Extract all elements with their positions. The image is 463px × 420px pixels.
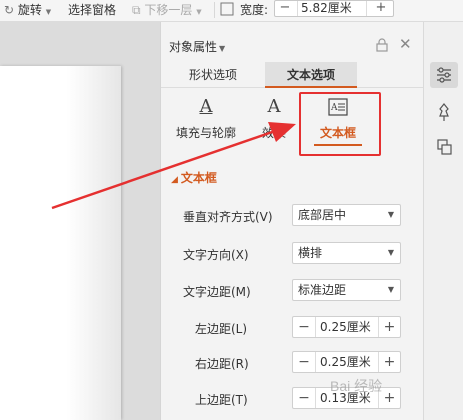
right-margin-label: 右边距(R) (195, 357, 249, 371)
properties-sliders-button[interactable] (430, 62, 458, 88)
subtab-textbox[interactable]: A 文本框 (306, 92, 370, 150)
text-direction-value: 横排 (298, 246, 323, 260)
subtab-textbox-label: 文本框 (319, 126, 356, 140)
collapse-triangle-icon: ◢ (171, 175, 178, 185)
chevron-down-icon: ▼ (387, 210, 394, 219)
tab-text-options[interactable]: 文本选项 (265, 62, 357, 88)
subtab-effect[interactable]: A 效果 (251, 92, 297, 150)
document-page[interactable] (0, 66, 121, 420)
right-margin-increase-button[interactable]: + (379, 352, 400, 372)
object-properties-panel: 对象属性 ▼ ✕ 形状选项 文本选项 A 填充与轮廓 A 效果 A 文本框 ◢ … (160, 22, 424, 420)
sliders-icon (437, 67, 451, 83)
document-area (0, 22, 160, 420)
width-label: 宽度: (240, 3, 269, 17)
active-underline (314, 144, 362, 146)
text-effect-icon: A (267, 96, 281, 117)
watermark-logo: Bai 经验 (330, 378, 383, 394)
move-down-icon: ⧉ (132, 3, 141, 17)
rotate-label: 旋转 (17, 3, 42, 17)
left-margin-input[interactable]: 0.25厘米 (315, 317, 379, 337)
text-margin-value: 标准边距 (298, 283, 347, 297)
chevron-down-icon: ▼ (219, 44, 226, 53)
selection-pane-button[interactable]: 选择窗格 (68, 2, 116, 18)
width-icon (220, 2, 234, 18)
right-margin-stepper[interactable]: − 0.25厘米 + (292, 351, 401, 373)
text-margin-select[interactable]: 标准边距 ▼ (292, 279, 401, 301)
width-decrease-button[interactable]: − (277, 0, 293, 16)
lock-icon[interactable] (375, 38, 389, 52)
vertical-align-value: 底部居中 (298, 208, 347, 222)
top-margin-increase-button[interactable]: + (379, 388, 400, 408)
vertical-align-select[interactable]: 底部居中 ▼ (292, 204, 401, 226)
subtab-fill-outline-label: 填充与轮廓 (175, 126, 236, 140)
panel-title[interactable]: 对象属性 ▼ (169, 38, 225, 55)
pin-button[interactable] (430, 99, 458, 125)
text-direction-label: 文字方向(X) (183, 248, 249, 262)
pin-icon (439, 103, 449, 121)
move-down-label: 下移一层 (144, 3, 193, 17)
toolbar-divider (214, 2, 215, 18)
subtab-fill-outline[interactable]: A 填充与轮廓 (167, 92, 245, 150)
width-increase-button[interactable]: + (373, 0, 389, 16)
text-fill-outline-icon: A (199, 96, 213, 117)
svg-text:A: A (330, 103, 338, 113)
move-down-button[interactable]: ⧉ 下移一层 ▼ (132, 2, 202, 18)
copy-button[interactable] (430, 134, 458, 160)
sub-tabs: A 填充与轮廓 A 效果 A 文本框 (161, 92, 424, 150)
side-icon-strip (423, 22, 463, 420)
left-margin-stepper[interactable]: − 0.25厘米 + (292, 316, 401, 338)
close-icon[interactable]: ✕ (399, 36, 412, 52)
tab-shape-options[interactable]: 形状选项 (161, 62, 265, 88)
section-title: 文本框 (180, 171, 217, 185)
width-input[interactable]: 5.82厘米 (297, 1, 367, 16)
left-margin-increase-button[interactable]: + (379, 317, 400, 337)
rotate-button[interactable]: ↻ 旋转 ▼ (4, 2, 51, 18)
top-margin-decrease-button[interactable]: − (293, 388, 315, 408)
copy-icon (437, 139, 452, 155)
vertical-align-label: 垂直对齐方式(V) (183, 210, 273, 224)
left-margin-label: 左边距(L) (195, 322, 248, 336)
right-margin-input[interactable]: 0.25厘米 (315, 352, 379, 372)
top-margin-label: 上边距(T) (195, 393, 248, 407)
chevron-down-icon: ▼ (196, 8, 202, 16)
right-margin-decrease-button[interactable]: − (293, 352, 315, 372)
rotate-icon: ↻ (4, 3, 15, 17)
chevron-down-icon: ▼ (387, 248, 394, 257)
panel-title-text: 对象属性 (169, 40, 218, 54)
chevron-down-icon: ▼ (387, 285, 394, 294)
text-direction-select[interactable]: 横排 ▼ (292, 242, 401, 264)
main-tabs: 形状选项 文本选项 (161, 62, 424, 88)
width-stepper[interactable]: − 5.82厘米 + (274, 0, 394, 17)
subtab-effect-label: 效果 (261, 126, 286, 140)
section-header-textbox[interactable]: ◢ 文本框 (171, 169, 217, 186)
text-margin-label: 文字边距(M) (183, 285, 251, 299)
left-margin-decrease-button[interactable]: − (293, 317, 315, 337)
toolbar: ↻ 旋转 ▼ 选择窗格 ⧉ 下移一层 ▼ 宽度: − 5.82厘米 + (0, 0, 463, 22)
textbox-icon: A (306, 96, 370, 118)
chevron-down-icon: ▼ (45, 8, 52, 16)
